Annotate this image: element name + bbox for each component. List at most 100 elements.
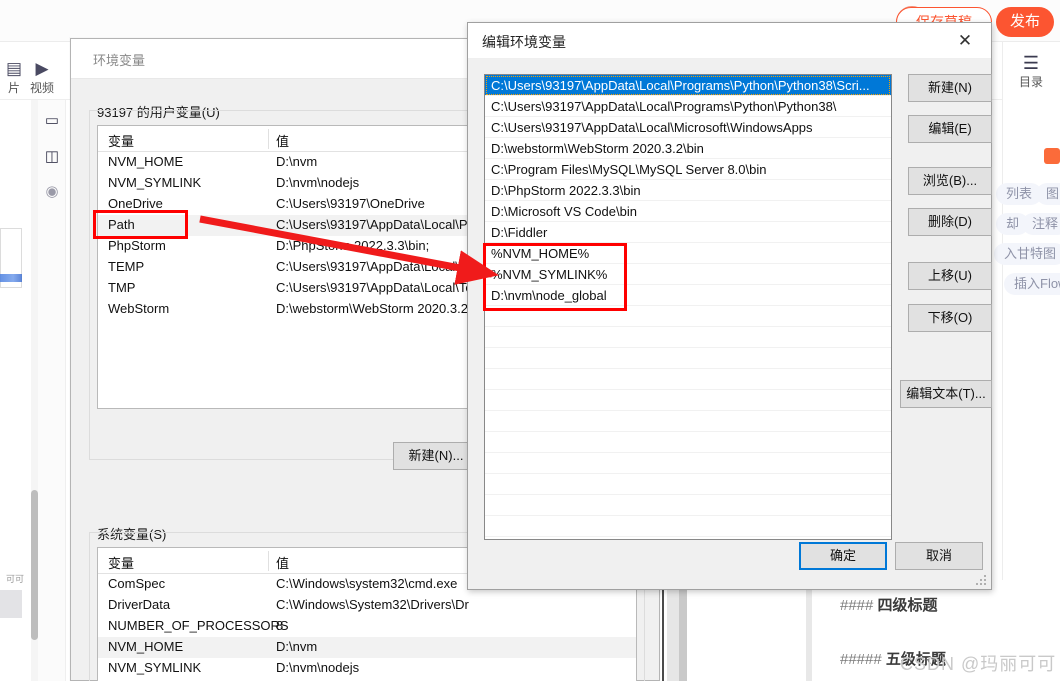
table-row[interactable]: NVM_SYMLINK D:\nvm\nodejs <box>98 658 636 679</box>
window-layout-icon[interactable]: ▭ <box>43 112 61 130</box>
row-value: 8 <box>276 618 284 633</box>
system-col-divider <box>268 551 269 571</box>
row-name: NVM_SYMLINK <box>108 660 202 675</box>
row-value: D:\webstorm\WebStorm 2020.3.2 <box>276 301 468 316</box>
row-value: D:\nvm\nodejs <box>276 660 360 675</box>
list-item-empty[interactable] <box>485 432 891 453</box>
list-item-nvm-symlink[interactable]: %NVM_SYMLINK% <box>485 264 891 285</box>
list-item[interactable]: D:\Microsoft VS Code\bin <box>485 201 891 222</box>
catalog-icon: ☰ <box>1022 53 1040 73</box>
row-name: ComSpec <box>108 576 166 591</box>
markdown-line-h4: #### 四级标题 <box>840 594 938 615</box>
chip-insert-flow[interactable]: 插入Flow <box>1004 273 1060 295</box>
window-edge-bar-2 <box>662 590 664 681</box>
edit-dialog-title: 编辑环境变量 <box>482 34 566 50</box>
row-value: C:\Users\93197\AppData\Local\Te <box>276 280 473 295</box>
row-name: TEMP <box>108 259 145 274</box>
resize-grip-icon[interactable] <box>975 574 987 586</box>
toolbar-video-button[interactable]: ▶ 视频 <box>22 58 62 96</box>
row-name: Path <box>108 217 135 232</box>
markdown-gutter <box>806 580 812 681</box>
user-col-divider <box>268 129 269 149</box>
row-value: C:\Users\93197\AppData\Local\Pr <box>276 217 472 232</box>
browse-button[interactable]: 浏览(B)... <box>908 167 992 195</box>
edit-dialog-titlebar: 编辑环境变量 <box>468 23 991 59</box>
list-item-empty[interactable] <box>485 369 891 390</box>
row-name: DriverData <box>108 597 171 612</box>
list-item-empty[interactable] <box>485 390 891 411</box>
list-item-empty[interactable] <box>485 348 891 369</box>
orange-marker-icon <box>1044 148 1060 164</box>
chip-insert-gantt[interactable]: 入甘特图 <box>994 243 1060 265</box>
row-name: WebStorm <box>108 301 170 316</box>
left-scrollbar-thumb[interactable] <box>31 490 38 640</box>
row-name: PhpStorm <box>108 238 166 253</box>
move-up-button[interactable]: 上移(U) <box>908 262 992 290</box>
mini-selection-strip <box>0 274 22 282</box>
path-entry-list[interactable]: C:\Users\93197\AppData\Local\Programs\Py… <box>484 74 892 540</box>
toolbar-video-label: 视频 <box>29 81 54 95</box>
new-button[interactable]: 新建(N) <box>908 74 992 102</box>
mini-footer-block <box>0 590 22 618</box>
md-hashes-h4: #### <box>840 597 874 614</box>
md-hashes-h5: ##### <box>840 651 882 668</box>
list-item-node-global[interactable]: D:\nvm\node_global <box>485 285 891 306</box>
publish-button[interactable]: 发布 <box>995 7 1054 37</box>
list-item-empty[interactable] <box>485 516 891 537</box>
row-name: OneDrive <box>108 196 163 211</box>
row-name: NVM_HOME <box>108 639 184 654</box>
row-value: C:\Windows\system32\cmd.exe <box>276 576 458 591</box>
preview-eye-icon[interactable]: ◉ <box>43 183 61 201</box>
row-value: D:\nvm\nodejs <box>276 175 360 190</box>
chip-image[interactable]: 图. <box>1036 183 1060 205</box>
list-item[interactable]: C:\Program Files\MySQL\MySQL Server 8.0\… <box>485 159 891 180</box>
list-item[interactable]: D:\webstorm\WebStorm 2020.3.2\bin <box>485 138 891 159</box>
table-row[interactable]: DriverData C:\Windows\System32\Drivers\Dr <box>98 595 636 616</box>
list-item[interactable]: C:\Users\93197\AppData\Local\Programs\Py… <box>485 96 891 117</box>
video-icon: ▶ <box>35 59 49 78</box>
mini-watermark-text: 可可 <box>5 574 24 584</box>
system-col-value: 值 <box>276 556 290 571</box>
list-item[interactable]: C:\Users\93197\AppData\Local\Programs\Py… <box>485 75 891 96</box>
row-value: C:\Windows\System32\Drivers\Dr <box>276 597 469 612</box>
window-edge-bar-4 <box>679 590 687 681</box>
list-item-empty[interactable] <box>485 495 891 516</box>
edit-environment-variable-dialog: 编辑环境变量 ✕ C:\Users\93197\AppData\Local\Pr… <box>467 22 992 590</box>
edit-text-button[interactable]: 编辑文本(T)... <box>900 380 992 408</box>
delete-button[interactable]: 删除(D) <box>908 208 992 236</box>
screenshot-root: 保存草稿 发布 ▤ 片 ▶ 视频 ▭ ◫ ◉ 可可 ☰ 目录 列表 图. 却 <box>0 0 1060 681</box>
row-value: C:\Users\93197\AppData\Local\T <box>276 259 467 274</box>
move-down-button[interactable]: 下移(O) <box>908 304 992 332</box>
catalog-label: 目录 <box>1018 75 1043 89</box>
close-icon[interactable]: ✕ <box>943 25 987 57</box>
csdn-watermark: CSDN @玛丽可可 <box>900 654 1057 674</box>
list-item-empty[interactable] <box>485 306 891 327</box>
row-name: NUMBER_OF_PROCESSORS <box>108 618 289 633</box>
row-value: C:\Users\93197\OneDrive <box>276 196 425 211</box>
cancel-button[interactable]: 取消 <box>895 542 983 570</box>
list-item[interactable]: D:\PhpStorm 2022.3.3\bin <box>485 180 891 201</box>
user-col-value: 值 <box>276 134 290 149</box>
row-name: NVM_SYMLINK <box>108 175 202 190</box>
table-row[interactable]: NUMBER_OF_PROCESSORS 8 <box>98 616 636 637</box>
row-value: D:\nvm <box>276 154 318 169</box>
list-item-empty[interactable] <box>485 327 891 348</box>
split-view-icon[interactable]: ◫ <box>43 148 61 166</box>
user-col-name: 变量 <box>108 134 135 149</box>
table-row[interactable]: NVM_HOME D:\nvm <box>98 637 636 658</box>
window-edge-bar-3 <box>667 590 679 681</box>
list-item[interactable]: C:\Users\93197\AppData\Local\Microsoft\W… <box>485 117 891 138</box>
edit-button[interactable]: 编辑(E) <box>908 115 992 143</box>
ok-button[interactable]: 确定 <box>799 542 887 570</box>
list-item-empty[interactable] <box>485 453 891 474</box>
list-item-empty[interactable] <box>485 411 891 432</box>
env-window-title: 环境变量 <box>93 53 146 68</box>
catalog-button[interactable]: ☰ 目录 <box>1006 52 1056 90</box>
md-text-h4: 四级标题 <box>877 597 938 614</box>
row-name: NVM_HOME <box>108 154 184 169</box>
list-item-empty[interactable] <box>485 474 891 495</box>
list-item[interactable]: D:\Fiddler <box>485 222 891 243</box>
list-item-nvm-home[interactable]: %NVM_HOME% <box>485 243 891 264</box>
row-name: TMP <box>108 280 136 295</box>
chip-comment[interactable]: 注释 <box>1022 213 1060 235</box>
